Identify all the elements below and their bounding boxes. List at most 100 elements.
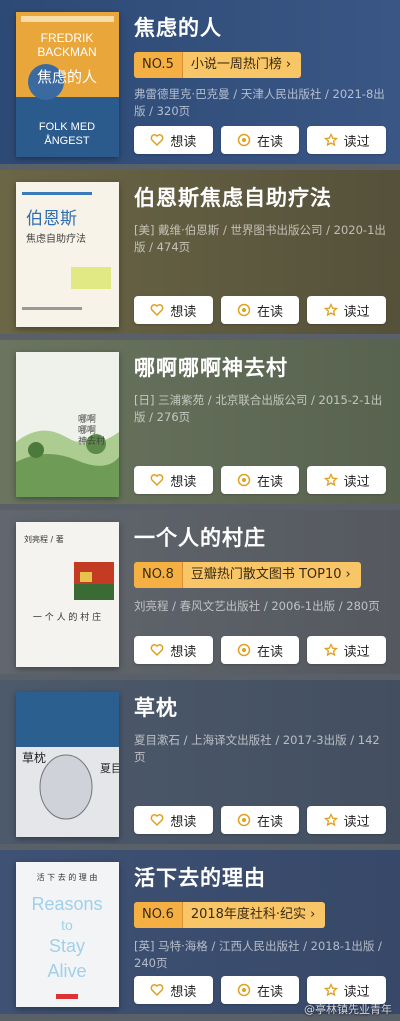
cover-text: to xyxy=(61,917,73,933)
cover-text: 伯恩斯 xyxy=(26,209,77,229)
button-label: 读过 xyxy=(343,304,370,320)
button-label: 在读 xyxy=(257,814,284,830)
button-label: 在读 xyxy=(257,474,284,490)
button-label: 读过 xyxy=(343,814,370,830)
chevron-right-icon: › xyxy=(310,907,316,922)
button-label: 想读 xyxy=(170,644,197,660)
want-to-read-button[interactable]: 想读 xyxy=(134,466,213,494)
read-button[interactable]: 读过 xyxy=(307,806,387,834)
want-to-read-button[interactable]: 想读 xyxy=(134,976,213,1004)
cover-text: 焦虑的人 xyxy=(37,68,97,86)
target-icon xyxy=(237,133,251,147)
rank-badge[interactable]: NO.5 小说一周热门榜 › xyxy=(134,52,302,78)
rank-label: 小说一周热门榜 xyxy=(190,57,282,72)
action-buttons: 想读 在读 读过 xyxy=(134,806,387,834)
reading-button[interactable]: 在读 xyxy=(220,126,300,154)
reading-button[interactable]: 在读 xyxy=(220,296,300,324)
cover-text: 哪啊 xyxy=(78,425,96,436)
book-title[interactable]: 焦虑的人 xyxy=(134,12,390,42)
book-cover[interactable]: FREDRIK BACKMAN 焦虑的人 FOLK MED ÅNGEST xyxy=(16,12,119,157)
cover-art: FREDRIK BACKMAN 焦虑的人 FOLK MED ÅNGEST xyxy=(16,12,119,157)
cover-text: 神去村 xyxy=(78,435,105,447)
read-button[interactable]: 读过 xyxy=(307,636,387,664)
book-title[interactable]: 伯恩斯焦虑自助疗法 xyxy=(134,182,390,212)
read-button[interactable]: 读过 xyxy=(307,296,387,324)
button-label: 想读 xyxy=(170,134,197,150)
button-label: 想读 xyxy=(170,304,197,320)
target-icon xyxy=(237,303,251,317)
reading-button[interactable]: 在读 xyxy=(220,636,300,664)
action-buttons: 想读 在读 读过 xyxy=(134,126,387,154)
button-label: 读过 xyxy=(343,984,370,1000)
action-buttons: 想读 在读 读过 xyxy=(134,636,387,664)
cover-art: 伯恩斯 焦虑自助疗法 xyxy=(16,182,119,327)
heart-plus-icon xyxy=(150,134,164,147)
heart-plus-icon xyxy=(150,814,164,827)
chevron-right-icon: › xyxy=(285,57,292,72)
button-label: 在读 xyxy=(257,134,284,150)
heart-plus-icon xyxy=(150,644,164,657)
book-title[interactable]: 活下去的理由 xyxy=(134,862,390,892)
rank-number: NO.6 xyxy=(134,902,183,928)
rank-badge[interactable]: NO.8 豆瓣热门散文图书 TOP10 › xyxy=(134,562,361,588)
book-card[interactable]: 刘亮程 / 著 一 个 人 的 村 庄 一个人的村庄 NO.8 豆瓣热门散文图书… xyxy=(0,510,400,674)
reading-button[interactable]: 在读 xyxy=(220,466,300,494)
button-label: 在读 xyxy=(257,644,284,660)
book-card[interactable]: 伯恩斯 焦虑自助疗法 伯恩斯焦虑自助疗法 [美] 戴维·伯恩斯 / 世界图书出版… xyxy=(0,170,400,334)
cover-text: BACKMAN xyxy=(37,45,96,59)
book-meta: 刘亮程 / 春风文艺出版社 / 2006-1出版 / 280页 xyxy=(134,599,380,613)
book-cover[interactable]: 活 下 去 的 理 由 Reasons to Stay Alive xyxy=(16,862,119,1007)
book-title[interactable]: 一个人的村庄 xyxy=(134,522,390,552)
cover-art: 刘亮程 / 著 一 个 人 的 村 庄 xyxy=(16,522,119,667)
read-button[interactable]: 读过 xyxy=(307,466,387,494)
star-icon xyxy=(323,133,338,147)
star-icon xyxy=(323,983,338,997)
target-icon xyxy=(237,643,251,657)
want-to-read-button[interactable]: 想读 xyxy=(134,636,213,664)
want-to-read-button[interactable]: 想读 xyxy=(134,126,213,154)
rank-label-wrap: 小说一周热门榜 › xyxy=(182,52,302,78)
read-button[interactable]: 读过 xyxy=(307,126,387,154)
target-icon xyxy=(237,983,251,997)
target-icon xyxy=(237,473,251,487)
action-buttons: 想读 在读 读过 xyxy=(134,296,387,324)
book-title[interactable]: 草枕 xyxy=(134,692,390,722)
book-card[interactable]: 活 下 去 的 理 由 Reasons to Stay Alive 活下去的理由… xyxy=(0,850,400,1014)
cover-text: Alive xyxy=(47,961,86,981)
cover-text: 草枕 xyxy=(22,750,46,765)
action-buttons: 想读 在读 读过 xyxy=(134,466,387,494)
cover-text: Stay xyxy=(49,936,85,956)
chevron-right-icon: › xyxy=(345,567,351,582)
button-label: 想读 xyxy=(170,814,197,830)
watermark: @亭林镇先业青年 xyxy=(304,1003,392,1016)
want-to-read-button[interactable]: 想读 xyxy=(134,296,213,324)
star-icon xyxy=(323,813,338,827)
want-to-read-button[interactable]: 想读 xyxy=(134,806,213,834)
book-cover[interactable]: 哪啊 哪啊 神去村 xyxy=(16,352,119,497)
book-title[interactable]: 哪啊哪啊神去村 xyxy=(134,352,390,382)
book-cover[interactable]: 草枕 夏目漱石 xyxy=(16,692,119,837)
book-meta: 弗雷德里克·巴克曼 / 天津人民出版社 / 2021-8出版 / 320页 xyxy=(134,87,385,118)
cover-text: 活 下 去 的 理 由 xyxy=(37,872,98,882)
button-label: 读过 xyxy=(343,134,370,150)
cover-text: 焦虑自助疗法 xyxy=(26,232,86,245)
reading-button[interactable]: 在读 xyxy=(220,976,300,1004)
cover-text: ÅNGEST xyxy=(44,134,90,147)
book-cover[interactable]: 刘亮程 / 著 一 个 人 的 村 庄 xyxy=(16,522,119,667)
action-buttons: 想读 在读 读过 xyxy=(134,976,387,1004)
star-icon xyxy=(323,473,338,487)
rank-badge[interactable]: NO.6 2018年度社科·纪实 › xyxy=(134,902,326,928)
button-label: 读过 xyxy=(343,644,370,660)
read-button[interactable]: 读过 xyxy=(307,976,387,1004)
book-card[interactable]: 哪啊 哪啊 神去村 哪啊哪啊神去村 [日] 三浦紫苑 / 北京联合出版公司 / … xyxy=(0,340,400,504)
cover-art: 哪啊 哪啊 神去村 xyxy=(16,352,119,497)
book-cover[interactable]: 伯恩斯 焦虑自助疗法 xyxy=(16,182,119,327)
book-card[interactable]: 草枕 夏目漱石 草枕 夏目漱石 / 上海译文出版社 / 2017-3出版 / 1… xyxy=(0,680,400,844)
cover-text: 哪啊 xyxy=(78,414,96,425)
rank-number: NO.8 xyxy=(134,562,183,588)
rank-number: NO.5 xyxy=(134,52,183,78)
book-card[interactable]: FREDRIK BACKMAN 焦虑的人 FOLK MED ÅNGEST 焦虑的… xyxy=(0,0,400,164)
rank-label: 豆瓣热门散文图书 TOP10 xyxy=(190,567,342,582)
reading-button[interactable]: 在读 xyxy=(220,806,300,834)
rank-label-wrap: 豆瓣热门散文图书 TOP10 › xyxy=(182,562,361,588)
